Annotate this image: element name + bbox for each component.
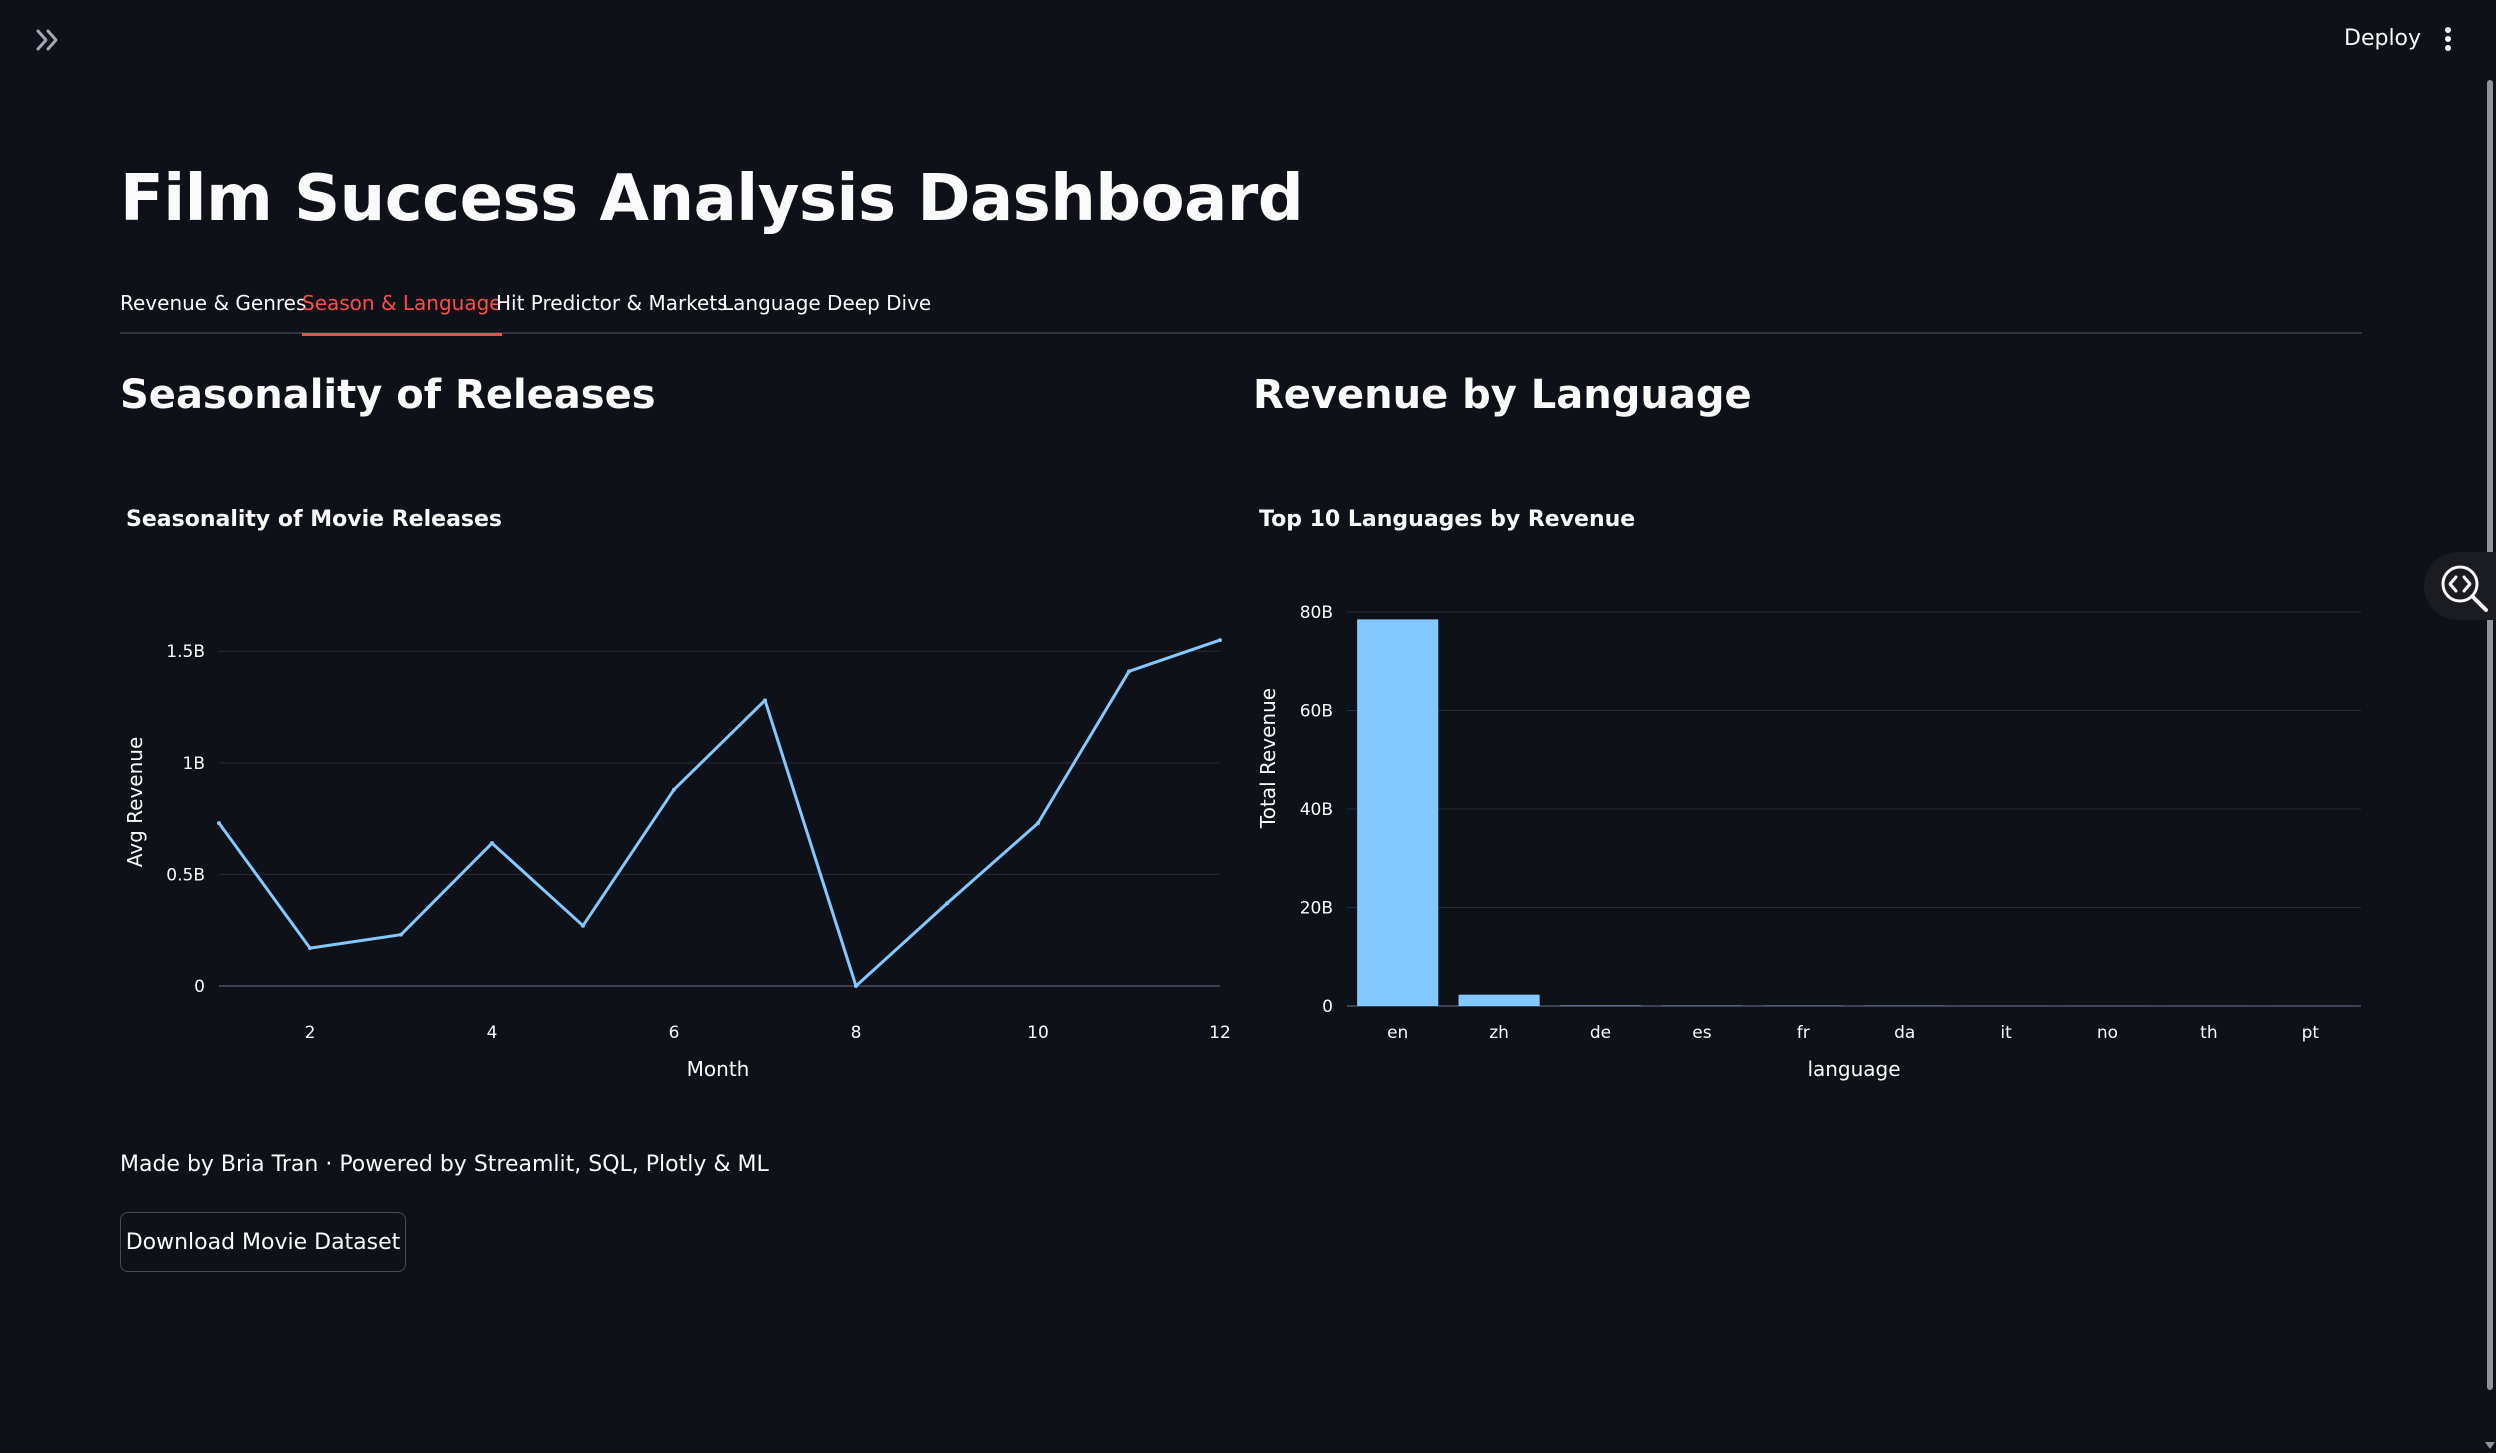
data-point [763, 698, 767, 703]
section-header-language: Revenue by Language [1253, 372, 1752, 418]
x-axis-ticks: en zh de es fr da it no th pt [1387, 1023, 2319, 1043]
tab-season-language[interactable]: Season & Language [302, 284, 502, 336]
tab-label: Language Deep Dive [722, 291, 932, 315]
deploy-button[interactable]: Deploy [2332, 20, 2433, 58]
y-tick-label: 40B [1300, 800, 1333, 820]
x-tick-label: zh [1489, 1023, 1509, 1043]
data-point [217, 821, 221, 826]
data-point [672, 787, 676, 792]
x-tick-label: it [2000, 1023, 2012, 1043]
tab-label: Revenue & Genres [120, 291, 307, 315]
scroll-down-arrow-icon[interactable] [2485, 1442, 2495, 1449]
y-tick-label: 1B [183, 754, 205, 774]
y-axis-ticks: 0 20B 40B 60B 80B [1300, 603, 1333, 1017]
x-tick-label: 8 [851, 1023, 862, 1043]
y-tick-label: 1.5B [166, 642, 205, 662]
data-point [1036, 821, 1040, 826]
y-tick-label: 20B [1300, 899, 1333, 919]
y-axis-label: Avg Revenue [123, 737, 147, 868]
data-point [399, 932, 403, 937]
x-tick-label: es [1692, 1023, 1711, 1043]
tab-label: Hit Predictor & Markets [496, 291, 728, 315]
series-points [217, 638, 1222, 988]
bar [1458, 994, 1540, 1006]
x-tick-label: en [1387, 1023, 1408, 1043]
data-point [490, 841, 494, 846]
data-point [854, 984, 858, 988]
page-title: Film Success Analysis Dashboard [120, 162, 1304, 236]
x-tick-label: 6 [669, 1023, 680, 1043]
x-tick-label: 4 [487, 1023, 498, 1043]
section-header-seasonality: Seasonality of Releases [120, 372, 656, 418]
seasonality-line-chart[interactable]: Seasonality of Movie Releases 0 0.5B 1B 1.5… [120, 480, 1240, 1100]
footer-credit: Made by Bria Tran · Powered by Streamlit… [120, 1152, 769, 1177]
data-point [581, 923, 585, 928]
y-axis-label: Total Revenue [1256, 688, 1280, 829]
x-tick-label: 2 [305, 1023, 316, 1043]
app-root: Deploy Film Success Analysis Dashboard R… [0, 0, 2496, 1453]
language-bar-chart[interactable]: Top 10 Languages by Revenue 0 20B 40B 60B 80… [1253, 480, 2373, 1100]
bar [1357, 619, 1439, 1006]
data-point [1127, 669, 1131, 674]
x-tick-label: da [1894, 1023, 1915, 1043]
scrollbar-thumb[interactable] [2487, 80, 2493, 1390]
code-inspector-icon[interactable] [2424, 552, 2496, 620]
y-tick-label: 60B [1300, 702, 1333, 722]
double-chevron-right-icon[interactable] [30, 22, 66, 58]
y-tick-label: 0 [194, 977, 205, 997]
scrollbar[interactable] [2484, 80, 2496, 1453]
data-point [945, 901, 949, 906]
tab-label: Season & Language [302, 291, 502, 315]
vertical-dots-icon[interactable] [2432, 20, 2464, 58]
data-point [308, 946, 312, 951]
x-tick-label: th [2200, 1023, 2217, 1043]
series-line [217, 638, 1221, 988]
chart-gridlines [1347, 611, 2361, 1007]
data-point [1218, 638, 1222, 643]
x-tick-label: de [1590, 1023, 1611, 1043]
y-tick-label: 0 [1322, 997, 1333, 1017]
y-tick-label: 80B [1300, 603, 1333, 623]
bars [1357, 619, 2351, 1006]
x-tick-label: fr [1797, 1023, 1810, 1043]
x-tick-label: 12 [1209, 1023, 1231, 1043]
x-tick-label: no [2097, 1023, 2118, 1043]
active-tab-indicator [302, 333, 502, 336]
x-axis-ticks: 2 4 6 8 10 12 [305, 1023, 1231, 1043]
x-axis-label: Month [687, 1057, 750, 1081]
chart-title: Seasonality of Movie Releases [126, 507, 502, 532]
x-axis-label: language [1807, 1057, 1900, 1081]
y-tick-label: 0.5B [166, 865, 205, 885]
chart-gridlines [219, 650, 1220, 987]
tab-revenue-genres[interactable]: Revenue & Genres [120, 284, 306, 334]
download-dataset-button[interactable]: Download Movie Dataset [120, 1212, 406, 1272]
tab-language-deep-dive[interactable]: Language Deep Dive [722, 284, 931, 334]
x-tick-label: pt [2302, 1023, 2320, 1043]
x-tick-label: 10 [1027, 1023, 1049, 1043]
chart-title: Top 10 Languages by Revenue [1259, 507, 1635, 532]
tab-hit-predictor-markets[interactable]: Hit Predictor & Markets [496, 284, 728, 334]
tab-bar: Revenue & Genres Season & Language Hit P… [120, 280, 2362, 336]
y-axis-ticks: 0 0.5B 1B 1.5B [166, 642, 205, 997]
